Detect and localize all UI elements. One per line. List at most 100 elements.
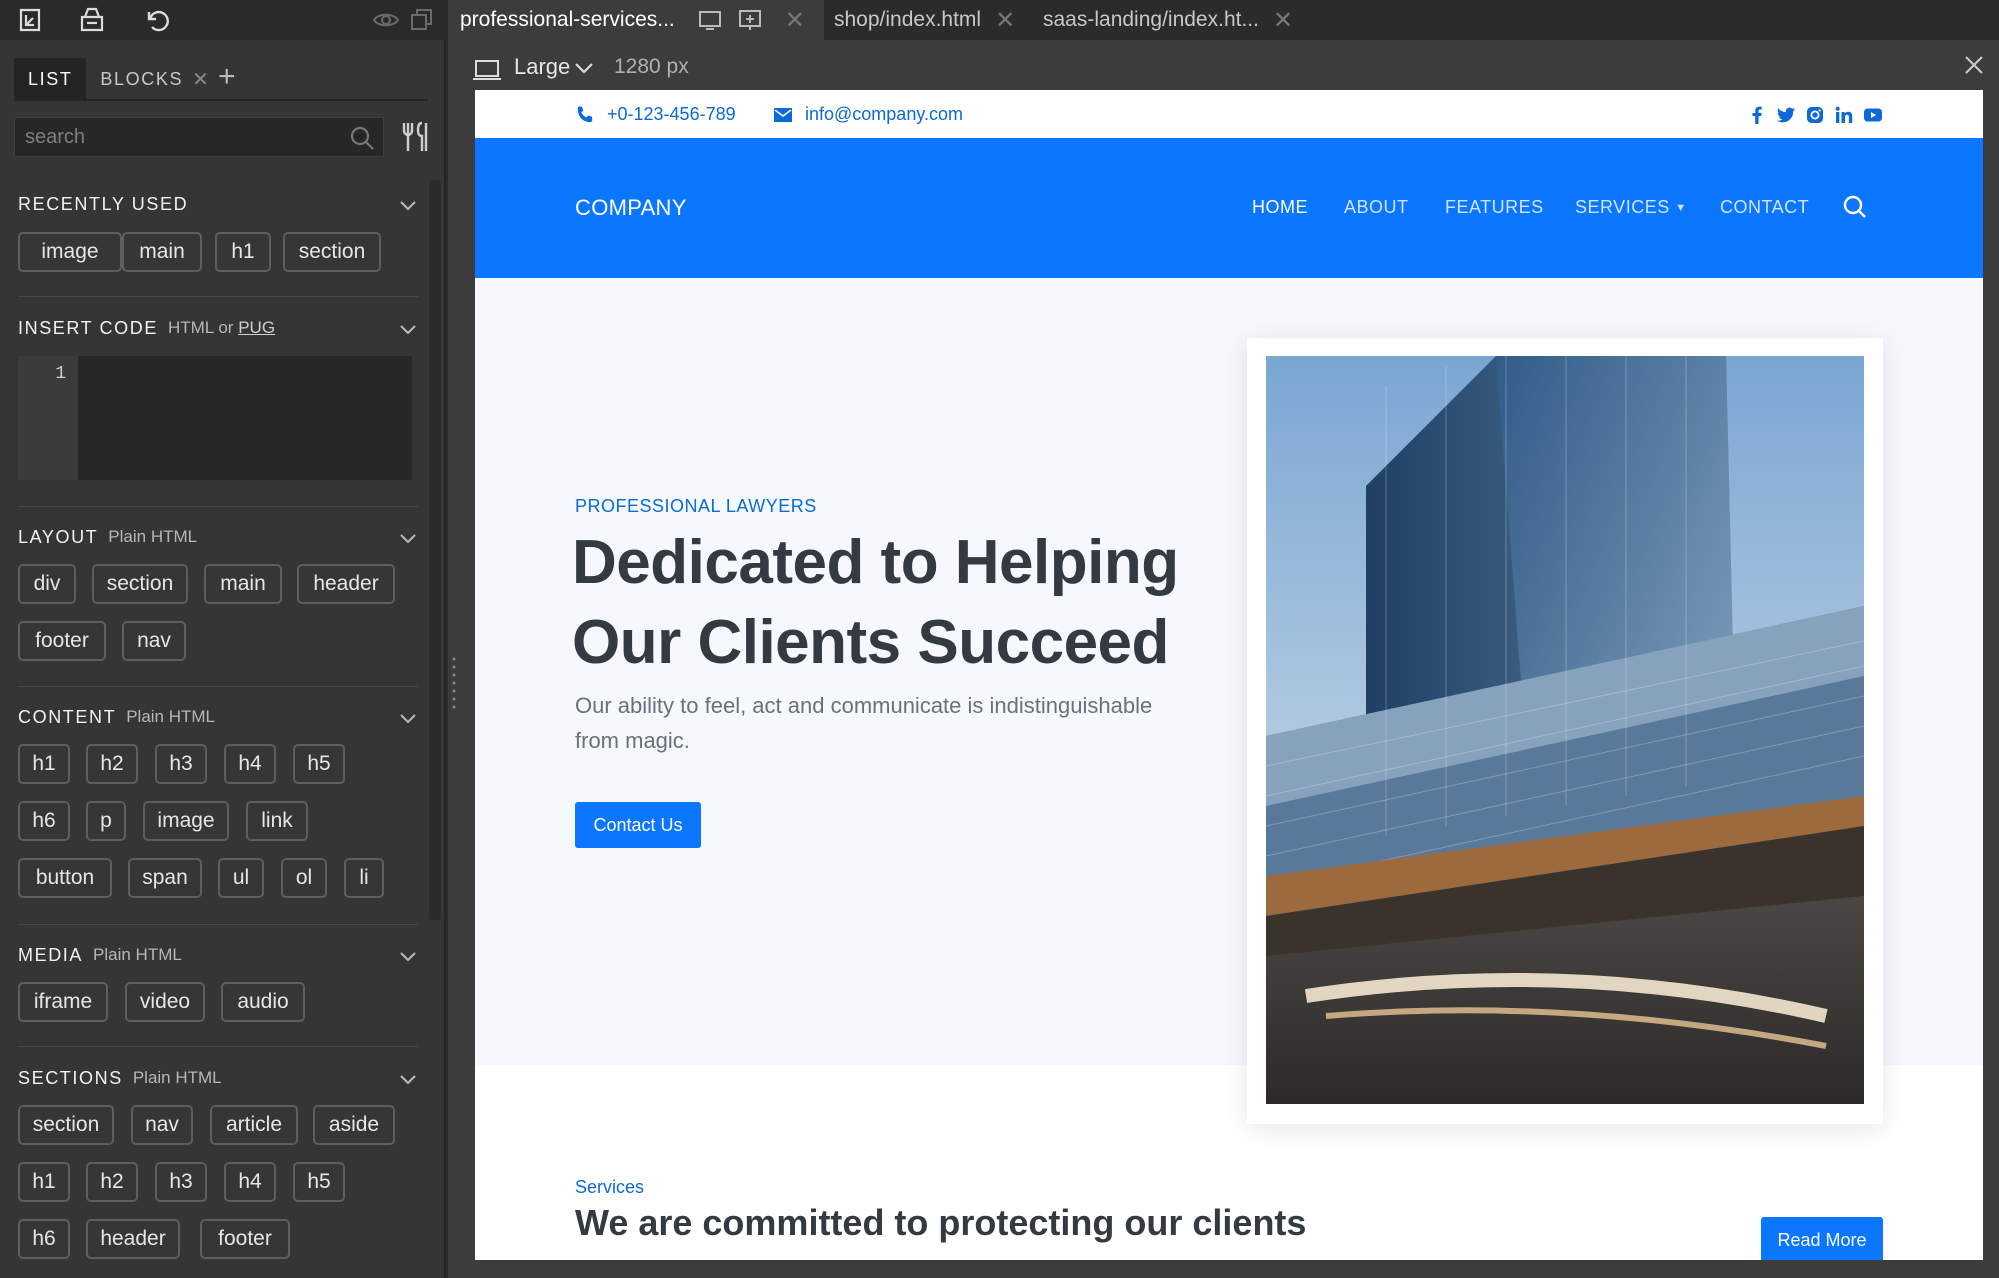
block-chip[interactable]: nav [131,1105,193,1145]
contact-us-button[interactable]: Contact Us [575,802,701,848]
block-chip[interactable]: h5 [293,1162,345,1202]
twitter-icon[interactable] [1776,105,1796,125]
media-header[interactable]: MEDIA Plain HTML [18,940,418,970]
block-chip[interactable]: aside [313,1105,395,1145]
block-chip[interactable]: video [125,982,205,1022]
block-chip[interactable]: h2 [86,744,138,784]
add-view-icon[interactable] [737,8,763,32]
block-chip[interactable]: section [92,564,188,604]
sidebar-scrollbar[interactable] [429,180,441,920]
block-chip[interactable]: section [18,1105,114,1145]
nav-services[interactable]: SERVICES ▼ [1575,197,1687,218]
close-tab-icon[interactable]: ✕ [785,6,805,35]
close-tab-icon[interactable]: ✕ [995,6,1015,35]
youtube-icon[interactable] [1863,105,1883,125]
nav-about[interactable]: ABOUT [1344,197,1409,218]
block-chip[interactable]: image [18,232,122,272]
undo-icon[interactable] [138,2,174,38]
block-chip[interactable]: image [143,801,229,841]
read-more-button[interactable]: Read More [1761,1217,1883,1260]
block-chip[interactable]: h6 [18,801,70,841]
block-chip[interactable]: h3 [155,1162,207,1202]
chevron-down-icon[interactable] [398,1069,418,1089]
layout-title: LAYOUT [18,526,99,547]
block-chip[interactable]: link [246,801,308,841]
block-chip[interactable]: main [204,564,282,604]
block-chip[interactable]: footer [18,621,106,661]
block-chip[interactable]: h4 [224,744,276,784]
linkedin-icon[interactable] [1834,105,1854,125]
laptop-icon[interactable] [472,58,502,82]
nav-features[interactable]: FEATURES [1445,197,1544,218]
export-icon[interactable] [12,2,48,38]
device-select[interactable]: Large [514,54,570,80]
desktop-view-icon[interactable] [697,8,723,32]
facebook-icon[interactable] [1747,105,1767,125]
block-chip[interactable]: h4 [224,1162,276,1202]
chevron-down-icon[interactable] [398,528,418,548]
block-chip[interactable]: audio [221,982,305,1022]
block-chip[interactable]: h2 [86,1162,138,1202]
window-icon[interactable] [404,2,440,38]
block-chip[interactable]: h1 [18,744,70,784]
block-chip[interactable]: h3 [155,744,207,784]
block-chip[interactable]: footer [200,1219,290,1259]
search-icon[interactable] [1842,194,1868,220]
block-chip[interactable]: h6 [18,1219,70,1259]
add-tab-button[interactable]: + [218,62,236,92]
block-chip[interactable]: header [297,564,395,604]
recently-used-header[interactable]: RECENTLY USED [18,189,418,219]
chevron-down-icon[interactable] [398,195,418,215]
editor-app: LIST BLOCKS✕ + RECENTLY USED image main … [0,0,1999,1278]
block-chip[interactable]: h1 [18,1162,70,1202]
tools-icon[interactable] [398,119,434,155]
site-logo[interactable]: COMPANY [575,195,687,221]
editor-tab-professional-services[interactable]: professional-services... ✕ [448,0,824,40]
block-chip[interactable]: nav [122,621,186,661]
chevron-down-icon[interactable] [398,319,418,339]
email-contact[interactable]: info@company.com [773,104,963,125]
tab-blocks[interactable]: BLOCKS ✕ [86,58,224,100]
sections-header[interactable]: SECTIONS Plain HTML [18,1063,418,1093]
block-chip[interactable]: ul [218,858,264,898]
block-chip[interactable]: div [18,564,76,604]
building-photo [1266,356,1864,1104]
block-chip[interactable]: span [128,858,202,898]
block-chip[interactable]: ol [281,858,327,898]
eye-icon[interactable] [368,2,404,38]
resize-handle-icon[interactable] [451,655,457,711]
close-tab-icon[interactable]: ✕ [1273,6,1293,35]
hero-eyebrow: PROFESSIONAL LAWYERS [575,496,817,516]
editor-tab-saas-landing[interactable]: saas-landing/index.ht... ✕ [1043,0,1293,40]
content-header[interactable]: CONTENT Plain HTML [18,702,418,732]
close-tab-icon[interactable]: ✕ [192,67,210,92]
editor-tab-shop[interactable]: shop/index.html ✕ [834,0,1015,40]
block-chip[interactable]: h5 [293,744,345,784]
block-chip[interactable]: main [122,232,202,272]
close-icon[interactable] [1963,54,1985,76]
pug-link[interactable]: PUG [238,318,275,337]
chevron-down-icon[interactable] [398,708,418,728]
block-chip[interactable]: p [86,801,126,841]
instagram-icon[interactable] [1805,105,1825,125]
package-icon[interactable] [74,2,110,38]
tab-list[interactable]: LIST [14,58,87,100]
phone-contact[interactable]: +0-123-456-789 [575,104,736,125]
block-chip[interactable]: li [344,858,384,898]
block-chip[interactable]: iframe [18,982,108,1022]
code-editor[interactable]: 1 [18,356,412,480]
layout-header[interactable]: LAYOUT Plain HTML [18,522,418,552]
block-chip[interactable]: article [210,1105,298,1145]
block-chip[interactable]: section [283,232,381,272]
search-icon[interactable] [349,125,375,151]
chevron-down-icon[interactable] [398,946,418,966]
nav-home[interactable]: HOME [1252,197,1308,218]
block-chip[interactable]: button [18,858,112,898]
page-preview: +0-123-456-789 info@company.com COMPANY … [475,90,1983,1260]
block-chip[interactable]: header [86,1219,180,1259]
nav-contact[interactable]: CONTACT [1720,197,1809,218]
block-chip[interactable]: h1 [215,232,271,272]
insert-code-header[interactable]: INSERT CODE HTML or PUG [18,313,418,343]
search-input[interactable] [15,118,335,156]
chevron-down-icon[interactable] [574,60,594,76]
